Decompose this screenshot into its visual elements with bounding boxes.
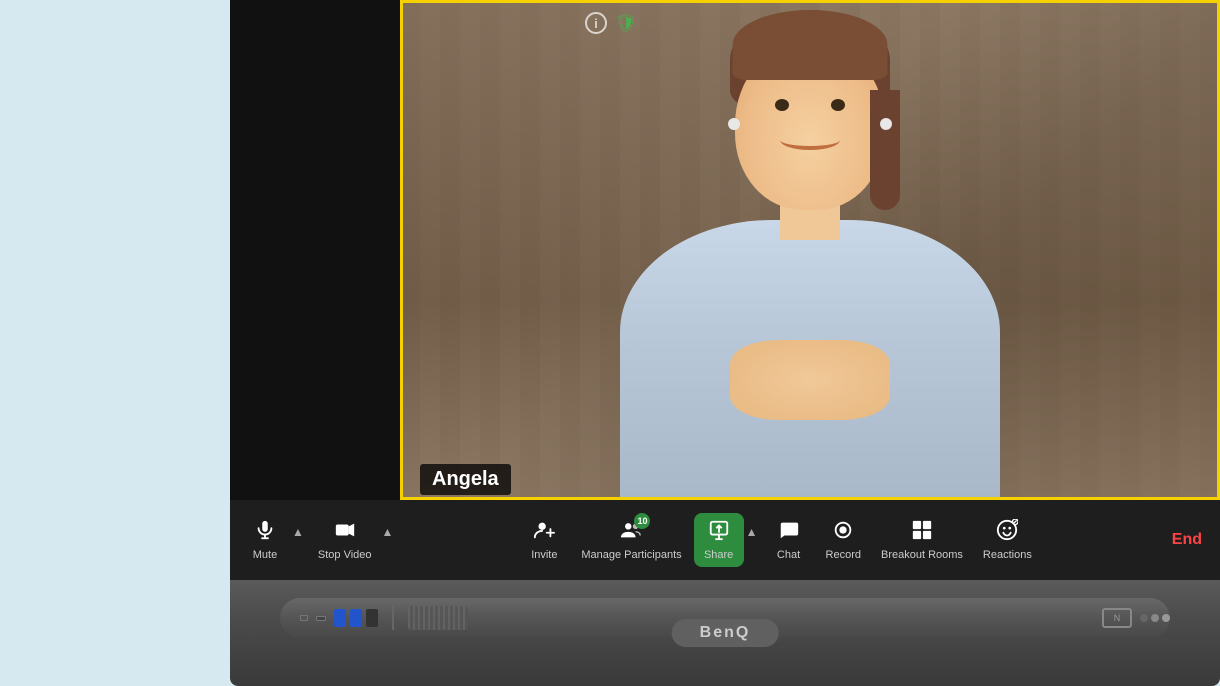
microphone-icon	[254, 519, 276, 545]
main-video: i 🛡 Angela	[400, 0, 1220, 580]
status-icons: i 🛡	[585, 12, 637, 34]
usb-blue-2	[350, 609, 362, 627]
participant-name-label: Angela	[420, 464, 511, 495]
chat-button[interactable]: Chat	[764, 513, 814, 567]
stop-video-button[interactable]: Stop Video	[310, 513, 380, 567]
brand-logo-area: BenQ	[672, 619, 779, 647]
manage-participants-button[interactable]: 10 Manage Participants	[573, 513, 689, 567]
chat-label: Chat	[777, 549, 800, 561]
video-caret[interactable]: ▲	[380, 521, 396, 543]
record-label: Record	[826, 549, 861, 561]
breakout-rooms-button[interactable]: Breakout Rooms	[873, 513, 971, 567]
mute-button[interactable]: Mute	[240, 513, 290, 567]
toggle-area	[1140, 614, 1170, 622]
breakout-icon	[911, 519, 933, 545]
chat-icon	[778, 519, 800, 545]
info-icon: i	[585, 12, 607, 34]
stand-right: N	[1102, 598, 1170, 638]
share-button[interactable]: Share	[694, 513, 744, 567]
record-button[interactable]: Record	[818, 513, 869, 567]
participants-icon: 10	[620, 519, 642, 545]
monitor-stand: BenQ N	[230, 580, 1220, 686]
share-caret[interactable]: ▲	[744, 521, 760, 543]
share-group: Share ▲	[694, 513, 760, 567]
shield-icon: 🛡	[615, 12, 637, 34]
camera-icon	[334, 519, 356, 545]
mute-label: Mute	[253, 549, 277, 561]
port-mini	[316, 616, 326, 621]
brand-logo: BenQ	[700, 624, 751, 642]
invite-label: Invite	[531, 549, 557, 561]
record-icon	[832, 519, 854, 545]
usb-ports	[334, 609, 378, 627]
mute-group: Mute ▲	[240, 513, 306, 567]
black-panel	[230, 0, 400, 580]
video-area: i 🛡 Angela	[230, 0, 1220, 580]
end-button[interactable]: End	[1164, 531, 1210, 549]
stop-video-label: Stop Video	[318, 549, 372, 561]
share-icon	[708, 519, 730, 545]
stop-video-group: Stop Video ▲	[310, 513, 396, 567]
reactions-icon	[996, 519, 1018, 545]
invite-button[interactable]: Invite	[519, 513, 569, 567]
toggle-dot-1	[1140, 614, 1148, 622]
usb-black	[366, 609, 378, 627]
participants-label: Manage Participants	[581, 549, 681, 561]
invite-icon	[533, 519, 555, 545]
monitor: i 🛡 Angela	[230, 0, 1220, 686]
reactions-label: Reactions	[983, 549, 1032, 561]
reactions-button[interactable]: Reactions	[975, 513, 1040, 567]
port-left	[300, 615, 308, 621]
nfc-icon: N	[1102, 608, 1132, 628]
breakout-label: Breakout Rooms	[881, 549, 963, 561]
divider	[392, 606, 394, 630]
share-label: Share	[704, 549, 733, 561]
monitor-screen: i 🛡 Angela	[230, 0, 1220, 580]
toggle-dot-2	[1151, 614, 1159, 622]
speaker-grill	[408, 606, 468, 630]
mute-caret[interactable]: ▲	[290, 521, 306, 543]
toggle-dot-3	[1162, 614, 1170, 622]
toolbar: Mute ▲ Stop Video ▲	[230, 500, 1220, 580]
usb-blue-1	[334, 609, 346, 627]
